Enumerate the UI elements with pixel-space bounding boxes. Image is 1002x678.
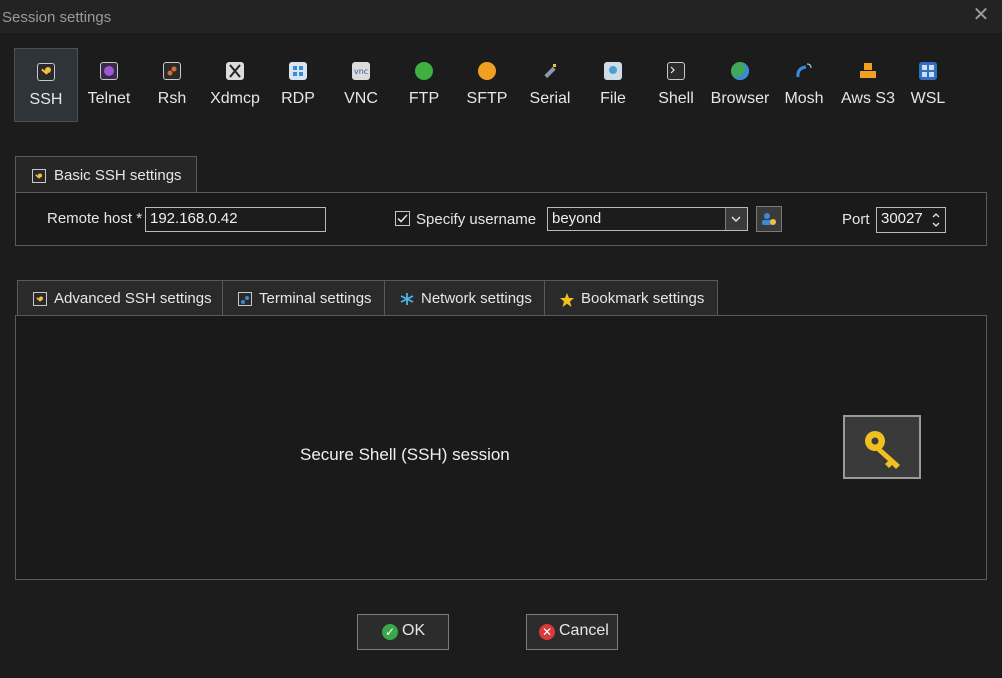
port-label: Port	[842, 211, 870, 228]
protocol-aws-s3[interactable]: Aws S3	[836, 48, 900, 120]
window-title: Session settings	[2, 9, 112, 26]
tab-network-settings[interactable]: Network settings	[384, 280, 545, 317]
protocol-ftp[interactable]: FTP	[393, 48, 455, 120]
remote-host-label: Remote host *	[47, 210, 143, 227]
username-select[interactable]: beyond	[547, 207, 748, 231]
tab-basic-ssh-settings[interactable]: Basic SSH settings	[15, 156, 197, 194]
xdmcp-icon	[226, 62, 244, 80]
wsl-windows-icon	[919, 62, 937, 80]
key-icon	[37, 63, 55, 81]
specify-username-checkbox[interactable]	[395, 211, 410, 226]
aws-s3-cubes-icon	[859, 62, 877, 80]
cancel-button[interactable]: ✕ Cancel	[526, 614, 618, 650]
protocol-rdp[interactable]: RDP	[267, 48, 329, 120]
protocol-vnc[interactable]: vnc VNC	[330, 48, 392, 120]
username-value: beyond	[552, 210, 602, 227]
chevron-down-icon[interactable]	[725, 208, 747, 230]
tab-bookmark-settings[interactable]: Bookmark settings	[544, 280, 718, 317]
network-icon	[400, 292, 414, 306]
cancel-circle-icon: ✕	[539, 624, 555, 640]
protocol-shell[interactable]: Shell	[645, 48, 707, 120]
protocol-serial[interactable]: Serial	[519, 48, 581, 120]
vnc-icon: vnc	[352, 62, 370, 80]
user-manager-button[interactable]	[756, 206, 782, 232]
protocol-mosh[interactable]: Mosh	[773, 48, 835, 120]
sftp-globe-icon	[478, 62, 496, 80]
key-icon	[33, 292, 47, 306]
protocol-rsh[interactable]: Rsh	[141, 48, 203, 120]
telnet-icon	[100, 62, 118, 80]
protocol-wsl[interactable]: WSL	[901, 48, 955, 120]
checkmark-circle-icon: ✓	[382, 624, 398, 640]
mosh-satellite-icon	[795, 62, 813, 80]
file-monitor-icon	[604, 62, 622, 80]
title-bar: Session settings ✕	[0, 0, 1002, 33]
terminal-settings-icon	[238, 292, 252, 306]
tab-content-panel: Secure Shell (SSH) session	[15, 315, 987, 580]
protocol-xdmcp[interactable]: Xdmcp	[204, 48, 266, 120]
rsh-icon	[163, 62, 181, 80]
protocol-file[interactable]: File	[582, 48, 644, 120]
ok-button[interactable]: ✓ OK	[357, 614, 449, 650]
ftp-globe-icon	[415, 62, 433, 80]
port-spinbox[interactable]: 30027	[876, 207, 946, 233]
browser-globe-icon	[731, 62, 749, 80]
remote-host-input[interactable]: 192.168.0.42	[145, 207, 326, 232]
protocol-sftp[interactable]: SFTP	[456, 48, 518, 120]
session-description: Secure Shell (SSH) session	[300, 445, 510, 464]
shell-terminal-icon	[667, 62, 685, 80]
protocol-ssh[interactable]: SSH	[14, 48, 78, 122]
star-icon	[559, 292, 574, 307]
serial-plug-icon	[541, 62, 559, 80]
tab-advanced-ssh-settings[interactable]: Advanced SSH settings	[17, 280, 223, 317]
rdp-icon	[289, 62, 307, 80]
close-icon[interactable]: ✕	[972, 5, 990, 25]
tab-terminal-settings[interactable]: Terminal settings	[222, 280, 385, 317]
check-icon	[397, 214, 408, 223]
user-icon	[761, 211, 777, 231]
protocol-telnet[interactable]: Telnet	[78, 48, 140, 120]
spinner-arrows-icon[interactable]	[931, 210, 941, 236]
key-icon	[843, 415, 921, 479]
key-icon	[32, 168, 46, 183]
port-value: 30027	[881, 210, 923, 227]
protocol-browser[interactable]: Browser	[708, 48, 772, 120]
svg-text:vnc: vnc	[354, 67, 368, 76]
specify-username-label: Specify username	[416, 211, 537, 228]
